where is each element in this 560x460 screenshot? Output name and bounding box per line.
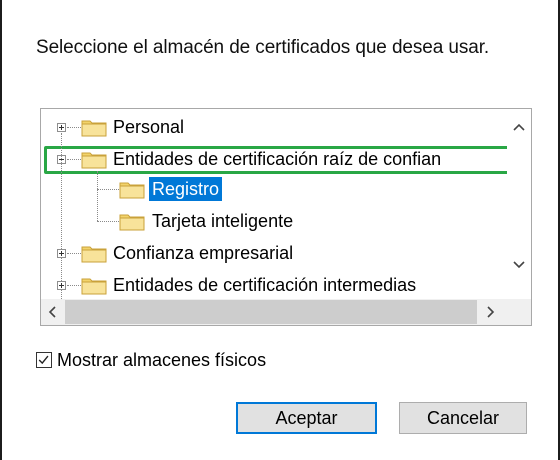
tree-item-label: Registro	[149, 177, 223, 201]
tree-item-personal[interactable]: Personal	[41, 115, 507, 140]
tree-item-intermediate[interactable]: Entidades de certificación intermedias	[41, 273, 507, 298]
tree-item-label: Personal	[113, 117, 185, 137]
tree-connector	[67, 285, 81, 286]
tree-item-tarjeta-inteligente[interactable]: Tarjeta inteligente	[41, 209, 341, 234]
tree-item-label: Entidades de certificación intermedias	[113, 275, 417, 295]
folder-icon	[81, 120, 107, 137]
tree-item-registro[interactable]: Registro	[41, 177, 241, 202]
folder-icon	[81, 278, 107, 295]
cancel-button[interactable]: Cancelar	[399, 402, 527, 434]
certificate-store-dialog: Seleccione el almacén de certificados qu…	[0, 0, 560, 460]
tree-connector	[67, 253, 81, 254]
tree-item-label: Tarjeta inteligente	[152, 211, 294, 231]
tree-item-confianza-empresarial[interactable]: Confianza empresarial	[41, 241, 507, 266]
horizontal-scrollbar[interactable]	[41, 299, 531, 325]
vertical-scrollbar[interactable]	[507, 109, 531, 299]
highlight-frame	[44, 146, 510, 174]
scroll-up-arrow-icon[interactable]	[513, 123, 525, 131]
scroll-down-arrow-icon[interactable]	[513, 261, 525, 269]
folder-icon	[119, 182, 145, 199]
scrollbar-corner	[507, 299, 531, 325]
accept-button[interactable]: Aceptar	[236, 402, 377, 434]
tree-connector	[67, 127, 81, 128]
scroll-left-arrow-icon[interactable]	[48, 306, 56, 318]
checkbox-label: Mostrar almacenes físicos	[57, 350, 267, 370]
tree-item-label: Confianza empresarial	[113, 243, 294, 263]
certificate-store-tree[interactable]: Personal Entidades de certificación raíz…	[40, 108, 532, 326]
folder-icon	[81, 246, 107, 263]
expand-plus-icon[interactable]	[57, 123, 66, 132]
checkmark-icon	[38, 355, 49, 365]
tree-connector	[97, 189, 119, 190]
tree-connector	[97, 221, 119, 222]
folder-icon	[119, 214, 145, 231]
checkbox-box[interactable]	[36, 352, 52, 368]
horizontal-scroll-thumb[interactable]	[65, 300, 477, 324]
expand-plus-icon[interactable]	[57, 249, 66, 258]
expand-plus-icon[interactable]	[57, 281, 66, 290]
show-physical-stores-checkbox[interactable]: Mostrar almacenes físicos	[36, 350, 316, 372]
prompt-text: Seleccione el almacén de certificados qu…	[36, 37, 490, 58]
scroll-right-arrow-icon[interactable]	[487, 306, 495, 318]
